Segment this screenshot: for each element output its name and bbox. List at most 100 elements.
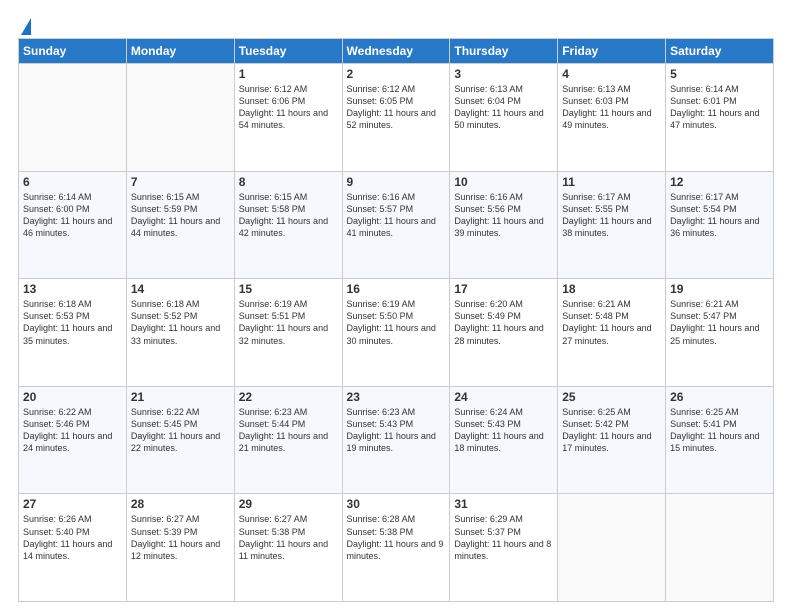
cell-sunrise-sunset-text: Sunrise: 6:12 AM Sunset: 6:06 PM Dayligh…: [239, 83, 338, 132]
day-number: 14: [131, 282, 230, 296]
calendar-cell: 14 Sunrise: 6:18 AM Sunset: 5:52 PM Dayli…: [126, 279, 234, 387]
cell-sunrise-sunset-text: Sunrise: 6:15 AM Sunset: 5:59 PM Dayligh…: [131, 191, 230, 240]
day-number: 21: [131, 390, 230, 404]
calendar-cell: 27 Sunrise: 6:26 AM Sunset: 5:40 PM Dayli…: [19, 494, 127, 602]
day-number: 17: [454, 282, 553, 296]
day-number: 7: [131, 175, 230, 189]
cell-sunrise-sunset-text: Sunrise: 6:17 AM Sunset: 5:54 PM Dayligh…: [670, 191, 769, 240]
day-number: 29: [239, 497, 338, 511]
cell-sunrise-sunset-text: Sunrise: 6:18 AM Sunset: 5:52 PM Dayligh…: [131, 298, 230, 347]
calendar-week-1: 1 Sunrise: 6:12 AM Sunset: 6:06 PM Daylig…: [19, 64, 774, 172]
logo: [18, 18, 31, 28]
calendar-cell: 20 Sunrise: 6:22 AM Sunset: 5:46 PM Dayli…: [19, 386, 127, 494]
weekday-header-wednesday: Wednesday: [342, 39, 450, 64]
weekday-header-thursday: Thursday: [450, 39, 558, 64]
calendar-week-4: 20 Sunrise: 6:22 AM Sunset: 5:46 PM Dayli…: [19, 386, 774, 494]
calendar-cell: [666, 494, 774, 602]
cell-sunrise-sunset-text: Sunrise: 6:23 AM Sunset: 5:44 PM Dayligh…: [239, 406, 338, 455]
calendar-header-row: SundayMondayTuesdayWednesdayThursdayFrid…: [19, 39, 774, 64]
calendar-cell: 1 Sunrise: 6:12 AM Sunset: 6:06 PM Daylig…: [234, 64, 342, 172]
cell-sunrise-sunset-text: Sunrise: 6:15 AM Sunset: 5:58 PM Dayligh…: [239, 191, 338, 240]
calendar-cell: 18 Sunrise: 6:21 AM Sunset: 5:48 PM Dayli…: [558, 279, 666, 387]
calendar-cell: 23 Sunrise: 6:23 AM Sunset: 5:43 PM Dayli…: [342, 386, 450, 494]
day-number: 27: [23, 497, 122, 511]
page: SundayMondayTuesdayWednesdayThursdayFrid…: [0, 0, 792, 612]
day-number: 13: [23, 282, 122, 296]
calendar-cell: 9 Sunrise: 6:16 AM Sunset: 5:57 PM Daylig…: [342, 171, 450, 279]
weekday-header-sunday: Sunday: [19, 39, 127, 64]
calendar-cell: 25 Sunrise: 6:25 AM Sunset: 5:42 PM Dayli…: [558, 386, 666, 494]
calendar-cell: 7 Sunrise: 6:15 AM Sunset: 5:59 PM Daylig…: [126, 171, 234, 279]
day-number: 20: [23, 390, 122, 404]
cell-sunrise-sunset-text: Sunrise: 6:16 AM Sunset: 5:56 PM Dayligh…: [454, 191, 553, 240]
cell-sunrise-sunset-text: Sunrise: 6:12 AM Sunset: 6:05 PM Dayligh…: [347, 83, 446, 132]
day-number: 4: [562, 67, 661, 81]
calendar-cell: 4 Sunrise: 6:13 AM Sunset: 6:03 PM Daylig…: [558, 64, 666, 172]
weekday-header-tuesday: Tuesday: [234, 39, 342, 64]
cell-sunrise-sunset-text: Sunrise: 6:27 AM Sunset: 5:38 PM Dayligh…: [239, 513, 338, 562]
day-number: 18: [562, 282, 661, 296]
calendar-table: SundayMondayTuesdayWednesdayThursdayFrid…: [18, 38, 774, 602]
calendar-cell: 5Sunrise: 6:14 AM Sunset: 6:01 PM Daylig…: [666, 64, 774, 172]
cell-sunrise-sunset-text: Sunrise: 6:21 AM Sunset: 5:48 PM Dayligh…: [562, 298, 661, 347]
cell-sunrise-sunset-text: Sunrise: 6:13 AM Sunset: 6:03 PM Dayligh…: [562, 83, 661, 132]
day-number: 25: [562, 390, 661, 404]
day-number: 11: [562, 175, 661, 189]
cell-sunrise-sunset-text: Sunrise: 6:28 AM Sunset: 5:38 PM Dayligh…: [347, 513, 446, 562]
weekday-header-friday: Friday: [558, 39, 666, 64]
day-number: 16: [347, 282, 446, 296]
cell-sunrise-sunset-text: Sunrise: 6:17 AM Sunset: 5:55 PM Dayligh…: [562, 191, 661, 240]
calendar-cell: 3 Sunrise: 6:13 AM Sunset: 6:04 PM Daylig…: [450, 64, 558, 172]
day-number: 30: [347, 497, 446, 511]
weekday-header-saturday: Saturday: [666, 39, 774, 64]
cell-sunrise-sunset-text: Sunrise: 6:19 AM Sunset: 5:51 PM Dayligh…: [239, 298, 338, 347]
cell-sunrise-sunset-text: Sunrise: 6:25 AM Sunset: 5:42 PM Dayligh…: [562, 406, 661, 455]
day-number: 9: [347, 175, 446, 189]
day-number: 8: [239, 175, 338, 189]
cell-sunrise-sunset-text: Sunrise: 6:18 AM Sunset: 5:53 PM Dayligh…: [23, 298, 122, 347]
calendar-cell: 31 Sunrise: 6:29 AM Sunset: 5:37 PM Dayli…: [450, 494, 558, 602]
calendar-cell: 11 Sunrise: 6:17 AM Sunset: 5:55 PM Dayli…: [558, 171, 666, 279]
cell-sunrise-sunset-text: Sunrise: 6:26 AM Sunset: 5:40 PM Dayligh…: [23, 513, 122, 562]
calendar-cell: 2Sunrise: 6:12 AM Sunset: 6:05 PM Daylig…: [342, 64, 450, 172]
cell-sunrise-sunset-text: Sunrise: 6:22 AM Sunset: 5:46 PM Dayligh…: [23, 406, 122, 455]
day-number: 3: [454, 67, 553, 81]
weekday-header-monday: Monday: [126, 39, 234, 64]
day-number: 15: [239, 282, 338, 296]
logo-triangle-icon: [21, 18, 31, 35]
day-number: 23: [347, 390, 446, 404]
cell-sunrise-sunset-text: Sunrise: 6:13 AM Sunset: 6:04 PM Dayligh…: [454, 83, 553, 132]
calendar-week-5: 27 Sunrise: 6:26 AM Sunset: 5:40 PM Dayli…: [19, 494, 774, 602]
cell-sunrise-sunset-text: Sunrise: 6:14 AM Sunset: 6:00 PM Dayligh…: [23, 191, 122, 240]
cell-sunrise-sunset-text: Sunrise: 6:29 AM Sunset: 5:37 PM Dayligh…: [454, 513, 553, 562]
cell-sunrise-sunset-text: Sunrise: 6:16 AM Sunset: 5:57 PM Dayligh…: [347, 191, 446, 240]
day-number: 1: [239, 67, 338, 81]
day-number: 31: [454, 497, 553, 511]
calendar-body: 1 Sunrise: 6:12 AM Sunset: 6:06 PM Daylig…: [19, 64, 774, 602]
calendar-cell: 17Sunrise: 6:20 AM Sunset: 5:49 PM Dayli…: [450, 279, 558, 387]
calendar-cell: 16Sunrise: 6:19 AM Sunset: 5:50 PM Dayli…: [342, 279, 450, 387]
calendar-cell: 13 Sunrise: 6:18 AM Sunset: 5:53 PM Dayli…: [19, 279, 127, 387]
calendar-week-3: 13 Sunrise: 6:18 AM Sunset: 5:53 PM Dayli…: [19, 279, 774, 387]
day-number: 22: [239, 390, 338, 404]
cell-sunrise-sunset-text: Sunrise: 6:25 AM Sunset: 5:41 PM Dayligh…: [670, 406, 769, 455]
calendar-cell: 19Sunrise: 6:21 AM Sunset: 5:47 PM Dayli…: [666, 279, 774, 387]
day-number: 28: [131, 497, 230, 511]
day-number: 24: [454, 390, 553, 404]
calendar-cell: 28Sunrise: 6:27 AM Sunset: 5:39 PM Dayli…: [126, 494, 234, 602]
calendar-cell: 29 Sunrise: 6:27 AM Sunset: 5:38 PM Dayli…: [234, 494, 342, 602]
calendar-cell: 10 Sunrise: 6:16 AM Sunset: 5:56 PM Dayli…: [450, 171, 558, 279]
cell-sunrise-sunset-text: Sunrise: 6:23 AM Sunset: 5:43 PM Dayligh…: [347, 406, 446, 455]
calendar-cell: 21Sunrise: 6:22 AM Sunset: 5:45 PM Dayli…: [126, 386, 234, 494]
day-number: 10: [454, 175, 553, 189]
calendar-cell: 22 Sunrise: 6:23 AM Sunset: 5:44 PM Dayli…: [234, 386, 342, 494]
calendar-week-2: 6Sunrise: 6:14 AM Sunset: 6:00 PM Daylig…: [19, 171, 774, 279]
cell-sunrise-sunset-text: Sunrise: 6:14 AM Sunset: 6:01 PM Dayligh…: [670, 83, 769, 132]
calendar-cell: [126, 64, 234, 172]
calendar-cell: [558, 494, 666, 602]
calendar-cell: 6Sunrise: 6:14 AM Sunset: 6:00 PM Daylig…: [19, 171, 127, 279]
calendar-cell: 30 Sunrise: 6:28 AM Sunset: 5:38 PM Dayli…: [342, 494, 450, 602]
day-number: 26: [670, 390, 769, 404]
cell-sunrise-sunset-text: Sunrise: 6:24 AM Sunset: 5:43 PM Dayligh…: [454, 406, 553, 455]
day-number: 12: [670, 175, 769, 189]
